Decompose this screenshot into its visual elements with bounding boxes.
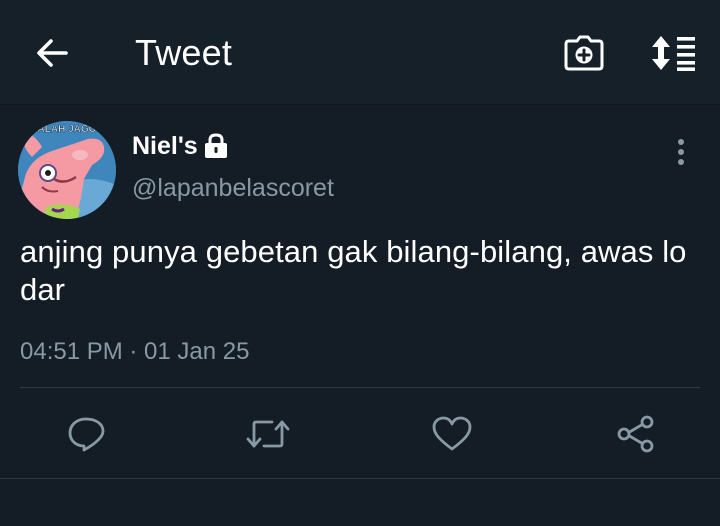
arrow-left-icon: [37, 39, 68, 67]
avatar-caption: ALAH JAGO: [38, 124, 97, 135]
user-name-row[interactable]: Niel's: [132, 128, 229, 164]
share-button[interactable]: [614, 412, 658, 456]
page-title: Tweet: [135, 32, 233, 73]
more-vertical-icon: [678, 139, 684, 165]
tweet-detail-screen: Tweet ALAH JAGO Niel's @lapanbelascoret …: [0, 0, 720, 526]
back-button[interactable]: [32, 33, 72, 73]
more-options-button[interactable]: [664, 132, 698, 172]
tweet-timestamp[interactable]: 04:51 PM · 01 Jan 25: [20, 336, 249, 368]
heart-icon: [432, 416, 472, 451]
patrick-avatar-image: ALAH JAGO: [18, 121, 116, 219]
tweet-actions-bar: [0, 400, 720, 466]
reply-button[interactable]: [64, 412, 108, 456]
share-icon: [617, 415, 654, 453]
like-button[interactable]: [430, 412, 474, 456]
sort-replies-button[interactable]: [648, 32, 700, 74]
divider: [0, 478, 720, 479]
lock-icon: [203, 132, 229, 160]
display-name[interactable]: Niel's: [132, 129, 198, 163]
avatar[interactable]: ALAH JAGO: [18, 121, 116, 219]
top-app-bar: Tweet: [0, 0, 720, 105]
camera-button[interactable]: [563, 32, 605, 74]
tweet-text: anjing punya gebetan gak bilang-bilang, …: [20, 234, 687, 307]
user-handle[interactable]: @lapanbelascoret: [132, 171, 334, 205]
camera-plus-icon: [564, 35, 604, 71]
divider: [20, 387, 700, 388]
retweet-button[interactable]: [246, 412, 290, 456]
reply-icon: [68, 417, 105, 452]
retweet-icon: [246, 420, 290, 448]
sort-list-icon: [652, 36, 695, 71]
